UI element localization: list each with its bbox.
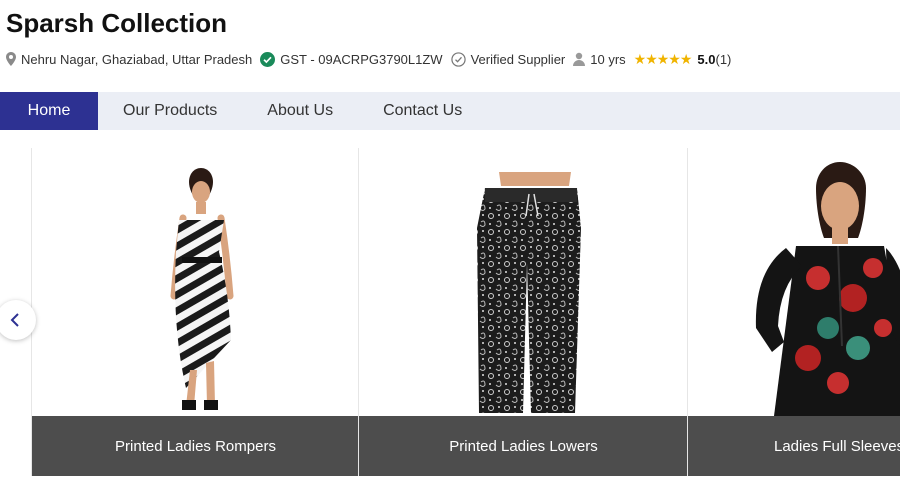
product-image-full-sleeves[interactable] [688,148,900,416]
rating-count[interactable]: (1) [716,52,732,67]
product-card[interactable]: Printed Ladies Lowers [358,148,688,476]
check-circle-icon [260,51,276,67]
user-icon [573,52,586,66]
nav-about-us[interactable]: About Us [242,92,358,130]
product-caption[interactable]: Printed Ladies Rompers [32,416,359,476]
chevron-left-icon [10,313,19,327]
verified-supplier-text: Verified Supplier [470,51,566,67]
main-nav: Home Our Products About Us Contact Us [0,92,900,130]
nav-home[interactable]: Home [0,92,98,130]
product-card[interactable]: Ladies Full Sleeves T [687,148,900,476]
rating-stars: ★★★★★ [633,50,693,67]
product-caption[interactable]: Printed Ladies Lowers [359,416,688,476]
gst-info: GST - 09ACRPG3790L1ZW [260,51,443,67]
map-pin-icon [6,52,16,66]
location-info: Nehru Nagar, Ghaziabad, Uttar Pradesh [6,52,252,67]
company-name: Sparsh Collection [6,8,228,38]
years-text: 10 yrs [590,51,626,67]
verified-badge-icon [450,51,466,67]
product-caption[interactable]: Ladies Full Sleeves T [688,416,900,476]
verified-info: Verified Supplier [450,51,566,67]
rating-info: ★★★★★ 5.0 (1) [634,51,732,68]
nav-our-products[interactable]: Our Products [98,92,242,130]
location-text: Nehru Nagar, Ghaziabad, Uttar Pradesh [21,51,253,67]
product-image-lowers[interactable] [359,148,688,416]
gst-number: GST - 09ACRPG3790L1ZW [280,51,443,67]
rating-value: 5.0 [697,51,716,67]
company-meta: Nehru Nagar, Ghaziabad, Uttar Pradesh GS… [6,50,739,68]
nav-contact-us[interactable]: Contact Us [358,92,487,130]
product-card[interactable]: Printed Ladies Rompers [31,148,359,476]
product-image-rompers[interactable] [32,148,359,416]
years-info: 10 yrs [573,51,626,67]
product-carousel: Printed Ladies Rompers Printed Ladies Lo… [0,148,900,478]
